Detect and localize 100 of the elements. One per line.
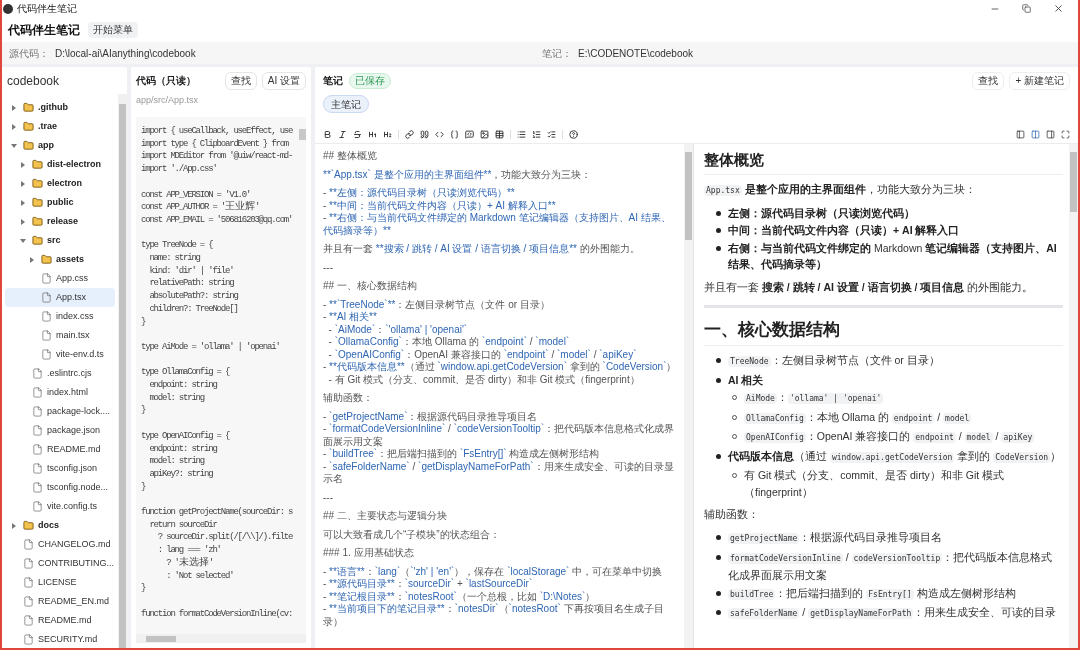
code-line: apiKey?: string [148,467,214,481]
code-line: const APP_AUTHOR = '王业辉' [141,201,261,214]
note-tab[interactable]: 主笔记 [323,95,369,113]
code-line: : 'Not selected' [165,569,235,583]
code-line: ? '未选择' [165,556,214,570]
markdown-line: 可以大致看成几个“子模块”的状态组合： [323,528,501,541]
tree-item[interactable]: App.tsx [5,288,115,307]
code-line: } [141,582,147,595]
markdown-line: - `formatCodeVersionInline` / `codeVersionTooltip`：把代码版本信息格式化成界面展示用文案 [323,423,676,448]
heading: 一、核心数据结构 [704,316,1063,346]
list-item-text: OllamaConfig ：本地 Ollama 的 endpoint / model [744,409,972,426]
tree-item[interactable]: public [5,193,115,212]
tree-item[interactable]: tsconfig.json [5,459,115,478]
tree-item[interactable]: package-lock.... [5,402,115,421]
tree-item[interactable]: CONTRIBUTING... [5,554,115,573]
tree-item[interactable]: tsconfig.node... [5,478,115,497]
markdown-line: - `OllamaConfig`：本地 Ollama 的 `endpoint` / `model` [327,336,571,349]
markdown-line: - `buildTree`：把后端扫描到的 `FsEntry[]` 构造成左侧树形结构 [323,448,601,461]
markdown-line: - `getProjectName`：根据源代码目录推导项目名 [323,410,539,423]
toolbar-button[interactable]: 查找 [972,71,1005,90]
code-line: : lang === 'zh' [156,544,222,556]
path-value: E:\CODENOTE\codebook [578,46,694,61]
list-item-text: getProjectName ：根据源代码目录推导项目名 [728,530,943,546]
markdown-line: **`App.tsx` 是整个应用的主界面组件**，功能大致分为三块： [323,168,593,181]
markdown-line: - **源代码目录**：`sourceDir` + `lastSourceDir` [323,578,534,591]
paragraph: App.tsx 是整个应用的主界面组件，功能大致分为三块： [704,181,977,198]
code-line: type OllamaConfig = { [141,366,231,379]
tree-item[interactable]: package.json [5,421,115,440]
list-item-text: 右侧：与当前代码文件绑定的 Markdown 笔记编辑器（支持图片、AI 结果、代码摘录等） [728,240,1058,272]
code-line: const APP_VERSION = 'V1.0' [141,188,252,200]
tree-item[interactable]: .trae [5,117,115,136]
code-line: } [141,404,147,418]
saved-status: 已保存 [349,72,391,89]
tree-item[interactable]: src [5,231,115,250]
list-item-text: TreeNode ：左侧目录树节点（文件 or 目录） [728,353,940,369]
start-menu-button[interactable]: 开始菜单 [88,21,138,38]
tree-item[interactable]: SECURITY.md [5,630,115,648]
app-title: 代码伴生笔记 [8,21,80,39]
code-line: function formatCodeVersionInline(cv: [141,607,294,621]
tree-item[interactable]: app [5,136,115,155]
panel-title: 代码（只读） [136,74,196,88]
markdown-line: ## 一、核心数据结构 [323,280,418,293]
code-line: ? sourceDir.split(/[/\\]/).filte [156,531,294,545]
markdown-line: - **左侧：源代码目录树（只读浏览代码）** [323,187,516,200]
toolbar-button[interactable]: + 新建笔记 [1009,71,1070,90]
code-line: type AiMode = 'ollama' | 'openai' [141,340,281,354]
code-line: type OpenAIConfig = { [141,429,231,443]
tree-item[interactable]: dist-electron [5,155,115,174]
code-line: endpoint: string [148,442,218,456]
tree-item[interactable]: main.tsx [5,326,115,345]
tree-item[interactable]: release [5,212,115,231]
markdown-line: - **中间：当前代码文件内容（只读）+ AI 解释入口** [323,199,557,212]
code-line: model: string [148,391,206,405]
tree-item[interactable]: docs [5,516,115,535]
code-line: absolutePath?: string [148,290,239,303]
path-label: 源代码： [9,46,49,61]
list-item-text: 有 Git 模式（分支、commit、是否 dirty）和非 Git 模式（fingerprint） [744,468,1006,500]
code-line: function getProjectName(sourceDir: s [141,506,294,519]
tree-item[interactable]: vite-env.d.ts [5,345,115,364]
tree-item[interactable]: README_EN.md [5,592,115,611]
markdown-line: 辅助函数： [323,392,374,405]
path-label: 笔记： [542,46,572,61]
markdown-line: ## 二、主要状态与逻辑分块 [323,510,448,523]
tree-item[interactable]: README.md [5,440,115,459]
toolbar-button[interactable]: 查找 [224,71,257,90]
markdown-line: --- [323,491,334,504]
code-line: model: string [148,455,206,468]
tree-item[interactable]: .github [5,98,115,117]
tree-item[interactable]: assets [5,250,115,269]
tree-item[interactable]: CHANGELOG.md [5,535,115,554]
markdown-line: - `OpenAIConfig`：OpenAI 兼容接口的 `endpoint` / `model` / `apiKey` [327,348,638,361]
heading: 整体概览 [704,149,1063,175]
list-item-text: 代码版本信息（通过 window.api.getCodeVersion 拿到的 CodeVersion ） [728,448,1062,465]
code-line: relativePath: string [148,277,235,291]
tree-item[interactable]: .eslintrc.cjs [5,364,115,383]
code-line: name: string [148,252,201,265]
code-line: import type { ClipboardEvent } from [141,137,290,151]
markdown-line: - `AiMode`：`'ollama' | 'openai'` [327,323,469,336]
tree-item[interactable]: README.md [5,611,115,630]
markdown-line: - **代码版本信息**（通过 `window.api.getCodeVersion` 拿到的 `CodeVersion`） [323,361,678,374]
markdown-line: - **`TreeNode`**：左侧目录树节点（文件 or 目录） [323,298,551,311]
code-line: import './App.css' [141,163,218,176]
list-item-text: safeFolderName / getDisplayNameForPath ：用来生成安全、可读的目录 [728,605,1057,621]
markdown-line: - **语言**：`lang`（`'zh' | 'en'`），保存在 `localStorage` 中，可在菜单中切换 [323,565,664,578]
toolbar-button[interactable]: AI 设置 [261,71,306,90]
tree-item[interactable]: index.css [5,307,115,326]
list-item-text: buildTree ：把后端扫描到的 FsEntry[] 构造成左侧树形结构 [728,585,1016,602]
tree-item[interactable]: electron [5,174,115,193]
tree-item[interactable]: vite.config.ts [5,497,115,516]
code-line: import MDEditor from '@uiw/react-md- [141,150,294,164]
tree-item[interactable]: LICENSE [5,573,115,592]
markdown-line: - **右侧：与当前代码文件绑定的 Markdown 笔记编辑器（支持图片、AI 结果、代码摘录等）** [323,212,672,237]
code-line: const APP_EMAIL = '506816203@qq.com' [141,213,294,227]
markdown-line: - 有 Git 模式（分支、commit、是否 dirty）和非 Git 模式（fingerprint） [327,373,641,386]
tree-item[interactable]: App.css [5,269,115,288]
code-line: import { useCallback, useEffect, use [141,125,294,138]
paragraph: 辅助函数： [704,507,760,522]
tree-item[interactable]: index.html [5,383,115,402]
markdown-line: --- [323,261,334,274]
file-path: app/src/App.tsx [136,94,200,106]
